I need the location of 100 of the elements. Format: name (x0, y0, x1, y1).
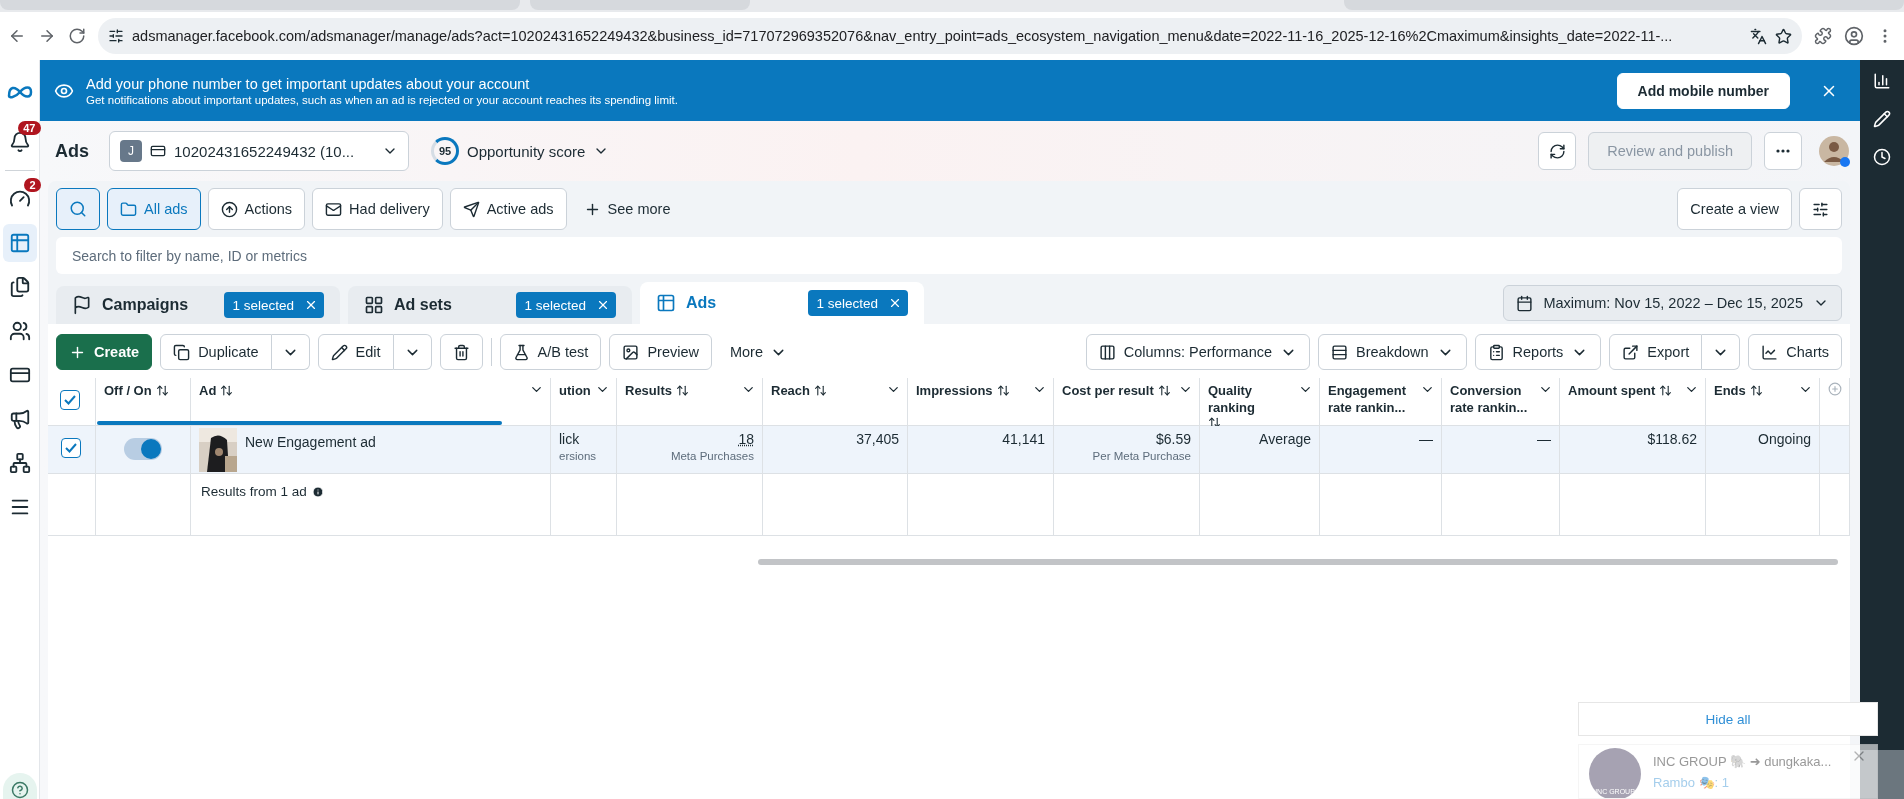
ad-name[interactable]: New Engagement ad (245, 428, 376, 450)
filter-tab[interactable]: Actions (207, 188, 306, 230)
account-id: 10202431652249432 (10... (174, 142, 355, 160)
column-header[interactable]: Engagement rate rankin... (1320, 378, 1442, 426)
view-settings-button[interactable] (1799, 188, 1842, 230)
create-button[interactable]: Create (56, 334, 153, 370)
edit-button[interactable]: Edit (317, 334, 394, 370)
preview-button[interactable]: Preview (609, 334, 712, 370)
pages-icon (8, 276, 31, 298)
filter-tab[interactable]: Had delivery (312, 188, 443, 230)
notification-badge: 2 (24, 178, 41, 192)
sort-icon[interactable] (220, 384, 234, 397)
address-bar[interactable] (98, 18, 1802, 54)
help-icon (10, 781, 29, 799)
column-header[interactable]: Reach (763, 378, 908, 426)
reports-button[interactable]: Reports (1474, 334, 1602, 370)
sort-icon[interactable] (675, 384, 689, 397)
column-header[interactable]: Ends (1706, 378, 1820, 426)
table-icon (8, 232, 31, 254)
on-off-toggle[interactable] (124, 438, 162, 460)
charts-button[interactable]: Charts (1748, 334, 1842, 370)
add-mobile-number-button[interactable]: Add mobile number (1616, 72, 1790, 109)
column-header[interactable]: Results (617, 378, 763, 426)
delete-button[interactable] (439, 334, 483, 370)
refresh-button[interactable] (1538, 132, 1577, 170)
selection-badge[interactable]: 1 selected (224, 292, 324, 318)
notification-badge: 47 (18, 121, 41, 135)
more-menu-button[interactable]: More (719, 343, 797, 361)
table-cell: Ongoing (1706, 426, 1820, 474)
extension-icon[interactable] (1814, 27, 1832, 45)
search-icon (69, 200, 87, 218)
translate-icon[interactable] (1750, 27, 1767, 45)
column-header[interactable]: Conversion rate rankin... (1442, 378, 1560, 426)
column-header[interactable]: Amount spent (1560, 378, 1706, 426)
search-field[interactable]: Search to filter by name, ID or metrics (56, 237, 1842, 274)
clear-icon[interactable] (596, 298, 610, 312)
site-settings-icon[interactable] (108, 28, 124, 44)
help-button[interactable] (2, 773, 37, 799)
pencil-icon[interactable] (1873, 110, 1891, 128)
sort-icon[interactable] (1749, 384, 1763, 397)
horizontal-scrollbar[interactable] (758, 559, 1838, 565)
reload-icon[interactable] (68, 27, 86, 45)
clock-icon[interactable] (1873, 148, 1891, 166)
info-icon[interactable] (311, 485, 324, 498)
network-icon (8, 452, 31, 474)
arrow-up-circle-icon (220, 200, 238, 218)
bookmark-star-icon[interactable] (1775, 27, 1792, 45)
search-button[interactable] (56, 188, 100, 230)
checkmark-icon (64, 395, 76, 405)
selection-badge[interactable]: 1 selected (808, 290, 908, 316)
chart-icon[interactable] (1873, 72, 1891, 90)
clipboard-icon (1487, 343, 1505, 361)
summary-text: Results from 1 ad (201, 484, 307, 499)
hide-all-button[interactable]: Hide all (1578, 702, 1878, 736)
profile-avatar[interactable] (1818, 135, 1850, 167)
level-tab[interactable]: Ad sets 1 selected (348, 286, 632, 324)
selection-badge[interactable]: 1 selected (516, 292, 616, 318)
sort-icon[interactable] (996, 384, 1010, 397)
column-header[interactable]: ution (551, 378, 617, 426)
column-header[interactable]: Off / On (96, 378, 191, 426)
profile-icon[interactable] (1844, 26, 1864, 46)
sort-icon[interactable] (814, 384, 828, 397)
infinity-logo[interactable] (6, 84, 33, 100)
level-tab[interactable]: Campaigns 1 selected (56, 286, 340, 324)
sort-icon[interactable] (1659, 384, 1673, 397)
ab-test-button[interactable]: A/B test (499, 334, 602, 370)
calendar-icon (1516, 294, 1534, 312)
level-tab[interactable]: Ads 1 selected (640, 282, 924, 324)
back-icon[interactable] (8, 27, 26, 45)
sort-icon[interactable] (155, 384, 169, 397)
pencil-icon (330, 343, 348, 361)
duplicate-button[interactable]: Duplicate (160, 334, 272, 370)
rows-icon (1331, 343, 1349, 361)
columns-button[interactable]: Columns: Performance (1085, 334, 1311, 370)
breakdown-button[interactable]: Breakdown (1318, 334, 1467, 370)
sort-icon[interactable] (1157, 384, 1171, 397)
export-button[interactable]: Export (1609, 334, 1703, 370)
filter-tab[interactable]: All ads (107, 188, 201, 230)
folder-icon (120, 200, 137, 218)
column-header[interactable]: Cost per result (1054, 378, 1200, 426)
account-selector[interactable]: J 10202431652249432 (10... (109, 131, 409, 171)
column-header[interactable]: Impressions (908, 378, 1054, 426)
columns-icon (1098, 343, 1116, 361)
date-range-button[interactable]: Maximum: Nov 15, 2022 – Dec 15, 2025 (1503, 285, 1842, 321)
see-more-button[interactable]: See more (573, 200, 681, 218)
forward-icon[interactable] (38, 27, 56, 45)
sort-icon[interactable] (1208, 416, 1221, 429)
row-checkbox[interactable] (61, 438, 81, 458)
filter-tab[interactable]: Active ads (449, 188, 567, 230)
line-chart-icon (1761, 343, 1779, 361)
create-view-button[interactable]: Create a view (1677, 188, 1792, 230)
clear-icon[interactable] (304, 298, 318, 312)
opportunity-score-button[interactable]: 95 Opportunity score (431, 137, 610, 165)
export-icon (1622, 343, 1640, 361)
refresh-icon (1548, 142, 1566, 160)
clear-icon[interactable] (888, 296, 902, 310)
grid-icon (364, 295, 384, 315)
select-all-checkbox[interactable] (60, 390, 80, 410)
column-header[interactable]: Quality ranking (1200, 378, 1320, 426)
column-header[interactable]: Ad (191, 378, 551, 426)
